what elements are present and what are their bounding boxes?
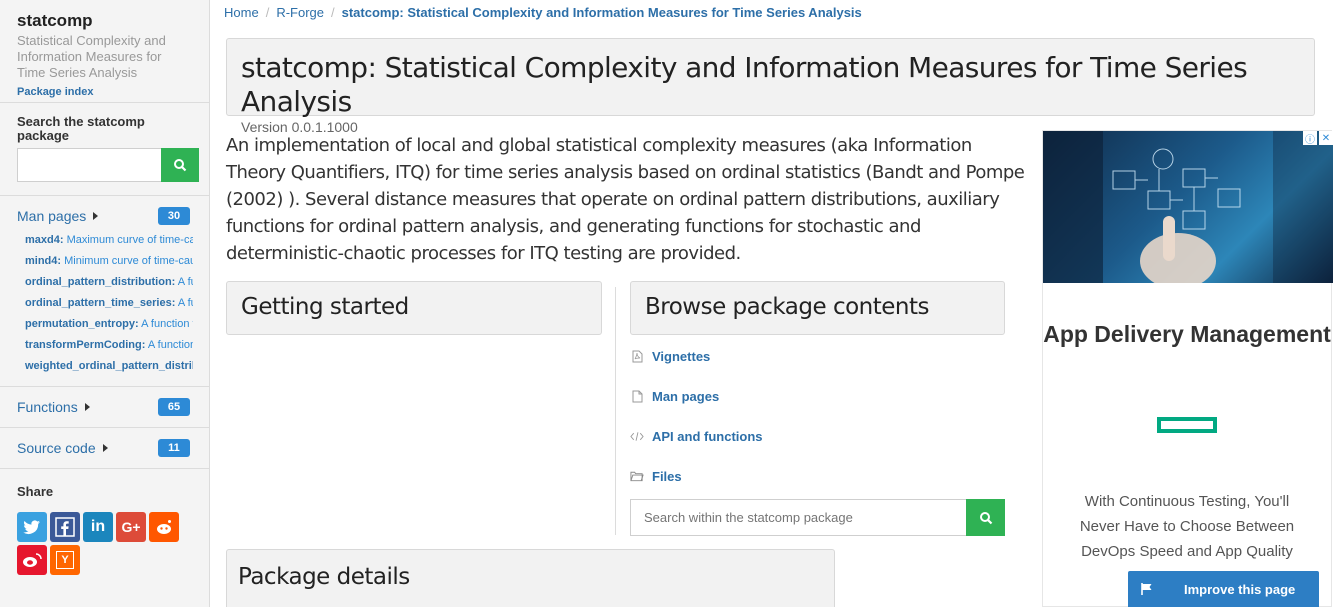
caret-right-icon [84,403,90,411]
man-page-desc: A function... [177,276,193,288]
page-title: statcomp: Statistical Complexity and Inf… [241,51,1248,118]
browse-list: Vignettes Man pages API and functions Fi… [630,346,763,506]
man-pages-section: Man pages 30 maxd4: Maximum curve of tim… [0,196,209,387]
getting-started-heading: Getting started [241,294,409,320]
google-plus-icon[interactable]: G+ [116,512,146,542]
source-code-toggle[interactable]: Source code [17,440,108,456]
search-icon [979,511,992,524]
man-page-name: permutation_entropy: [25,318,139,330]
package-details-panel: Package details [226,549,835,607]
package-details-heading: Package details [238,564,410,590]
package-name: statcomp [17,11,93,30]
package-search [630,499,1005,536]
functions-label: Functions [17,399,78,415]
ad-close-icon[interactable]: ✕ [1319,131,1333,145]
column-divider [615,287,616,535]
share-icons: in G+ Y [17,512,185,575]
package-subtitle: Statistical Complexity and Information M… [17,33,166,80]
package-search-input[interactable] [630,499,966,536]
man-page-item[interactable]: transformPermCoding: A function to... [25,335,193,356]
man-page-name: weighted_ordinal_pattern_distribution: [25,360,193,372]
man-pages-count-badge: 30 [158,207,190,225]
sidebar-search-input[interactable] [17,148,161,182]
man-page-desc: A function... [177,297,193,309]
man-page-item[interactable]: weighted_ordinal_pattern_distribution: [25,356,193,377]
functions-toggle[interactable]: Functions [17,399,90,415]
ad-text: With Continuous Testing, You'll Never Ha… [1079,493,1295,560]
breadcrumb: Home / R-Forge / statcomp: Statistical C… [224,5,862,20]
functions-count-badge: 65 [158,398,190,416]
improve-page-label: Improve this page [1184,581,1296,597]
improve-page-button[interactable]: Improve this page [1128,571,1319,607]
sidebar-search-button[interactable] [161,148,199,182]
source-code-label: Source code [17,440,96,456]
browse-panel: Browse package contents [630,281,1005,335]
browse-item-label: Vignettes [652,348,711,364]
flag-icon [1141,583,1152,595]
ad-info-icon[interactable]: ⓘ [1303,131,1317,146]
ad-title: App Delivery Management [1043,321,1331,347]
hpe-logo-icon [1157,417,1217,433]
man-page-desc: Maximum curve of time-causal... [66,234,193,246]
man-page-item[interactable]: ordinal_pattern_distribution: A function… [25,272,193,293]
sidebar-search: Search the statcomp package [0,103,209,196]
man-page-name: maxd4: [25,234,64,246]
weibo-icon[interactable] [17,545,47,575]
browse-man-pages-link[interactable]: Man pages [630,386,763,406]
folder-icon [630,470,644,482]
browse-heading: Browse package contents [645,294,930,320]
man-page-name: ordinal_pattern_time_series: [25,297,176,309]
file-icon [630,390,644,403]
browse-item-label: API and functions [652,428,763,444]
breadcrumb-rforge[interactable]: R-Forge [276,5,324,20]
facebook-icon[interactable] [50,512,80,542]
share-title: Share [17,484,54,499]
man-page-desc: Minimum curve of time-causal... [64,255,193,267]
getting-started-panel: Getting started [226,281,602,335]
source-code-section: Source code 11 [0,428,209,469]
source-code-count-badge: 11 [158,439,190,457]
ad-image: ⓘ ✕ [1043,131,1333,283]
man-pages-toggle[interactable]: Man pages [17,208,99,224]
sidebar: statcomp Statistical Complexity and Info… [0,0,210,607]
browse-item-label: Files [652,468,682,484]
code-icon [630,431,644,442]
man-page-item[interactable]: permutation_entropy: A function to... [25,314,193,335]
search-icon [174,159,187,172]
pdf-file-icon [630,350,644,363]
man-page-item[interactable]: maxd4: Maximum curve of time-causal... [25,230,193,251]
page-header: statcomp: Statistical Complexity and Inf… [226,38,1315,135]
package-description: An implementation of local and global st… [226,135,1025,264]
share-section: Share in G+ Y [0,469,209,590]
man-pages-label: Man pages [17,208,87,224]
search-label: Search the statcomp package [17,114,145,143]
breadcrumb-separator: / [331,5,335,20]
man-page-name: ordinal_pattern_distribution: [25,276,176,288]
twitter-icon[interactable] [17,512,47,542]
breadcrumb-current[interactable]: statcomp: Statistical Complexity and Inf… [342,5,862,20]
functions-section: Functions 65 [0,387,209,428]
linkedin-icon[interactable]: in [83,512,113,542]
advertisement[interactable]: ⓘ ✕ App Delivery Management With Continu… [1042,130,1333,607]
reddit-icon[interactable] [149,512,179,542]
browse-item-label: Man pages [652,388,720,404]
man-page-name: transformPermCoding: [25,339,146,351]
browse-vignettes-link[interactable]: Vignettes [630,346,763,366]
package-index-link[interactable]: Package index [17,86,192,98]
browse-api-link[interactable]: API and functions [630,426,763,446]
caret-right-icon [93,212,99,220]
package-search-button[interactable] [966,499,1005,536]
man-page-name: mind4: [25,255,62,267]
man-pages-list: maxd4: Maximum curve of time-causal... m… [17,230,193,386]
man-page-desc: A function to... [147,339,193,351]
man-page-item[interactable]: mind4: Minimum curve of time-causal... [25,251,193,272]
browse-files-link[interactable]: Files [630,466,763,486]
breadcrumb-separator: / [265,5,270,20]
man-page-desc: A function to... [141,318,193,330]
caret-right-icon [102,444,108,452]
hacker-news-icon[interactable]: Y [50,545,80,575]
man-page-item[interactable]: ordinal_pattern_time_series: A function.… [25,293,193,314]
breadcrumb-home[interactable]: Home [224,5,259,20]
sidebar-header: statcomp Statistical Complexity and Info… [0,0,209,103]
